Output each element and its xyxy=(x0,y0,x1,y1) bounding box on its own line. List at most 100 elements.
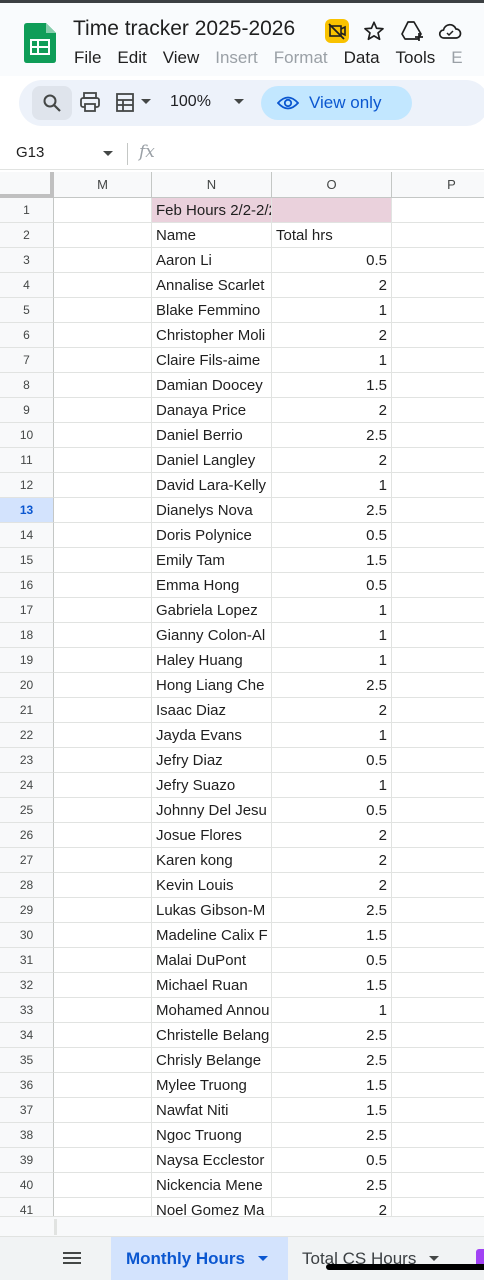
cell-p[interactable] xyxy=(392,1048,484,1073)
name-cell[interactable]: Lukas Gibson-M xyxy=(152,898,272,923)
row-number[interactable]: 6 xyxy=(0,323,54,348)
name-cell[interactable]: Naysa Ecclestor xyxy=(152,1148,272,1173)
hours-cell[interactable]: 1.5 xyxy=(272,973,392,998)
cell-m[interactable] xyxy=(54,1198,152,1216)
hours-cell[interactable]: 2.5 xyxy=(272,673,392,698)
cell-m[interactable] xyxy=(54,198,152,223)
row-number[interactable]: 27 xyxy=(0,848,54,873)
row-number[interactable]: 9 xyxy=(0,398,54,423)
cell-p[interactable] xyxy=(392,998,484,1023)
name-cell[interactable]: Malai DuPont xyxy=(152,948,272,973)
name-cell[interactable]: Haley Huang xyxy=(152,648,272,673)
row-number[interactable]: 3 xyxy=(0,248,54,273)
no-video-badge-icon[interactable] xyxy=(325,19,349,43)
row-number[interactable]: 36 xyxy=(0,1073,54,1098)
cell-m[interactable] xyxy=(54,473,152,498)
name-cell[interactable]: Jayda Evans xyxy=(152,723,272,748)
row-number[interactable]: 32 xyxy=(0,973,54,998)
name-cell[interactable]: Emily Tam xyxy=(152,548,272,573)
name-cell[interactable]: Aaron Li xyxy=(152,248,272,273)
row-number[interactable]: 16 xyxy=(0,573,54,598)
name-cell[interactable]: Isaac Diaz xyxy=(152,698,272,723)
row-number[interactable]: 24 xyxy=(0,773,54,798)
cell-p[interactable] xyxy=(392,698,484,723)
zoom-select[interactable]: 100% xyxy=(170,93,245,111)
name-cell[interactable]: Danaya Price xyxy=(152,398,272,423)
name-cell[interactable]: David Lara-Kelly xyxy=(152,473,272,498)
hours-cell[interactable]: 1 xyxy=(272,598,392,623)
hours-cell[interactable]: 2.5 xyxy=(272,1173,392,1198)
search-icon[interactable] xyxy=(32,86,72,120)
row-number[interactable]: 30 xyxy=(0,923,54,948)
row-number[interactable]: 18 xyxy=(0,623,54,648)
name-cell[interactable]: Johnny Del Jesu xyxy=(152,798,272,823)
hours-cell[interactable]: 0.5 xyxy=(272,948,392,973)
hours-cell[interactable] xyxy=(272,198,392,223)
row-number[interactable]: 37 xyxy=(0,1098,54,1123)
select-all-corner[interactable] xyxy=(0,172,54,198)
cell-m[interactable] xyxy=(54,898,152,923)
cell-m[interactable] xyxy=(54,248,152,273)
hours-cell[interactable]: 1 xyxy=(272,723,392,748)
paint-format-button[interactable] xyxy=(115,91,152,113)
cell-p[interactable] xyxy=(392,548,484,573)
row-number[interactable]: 23 xyxy=(0,748,54,773)
row-number[interactable]: 25 xyxy=(0,798,54,823)
cell-p[interactable] xyxy=(392,923,484,948)
column-header-m[interactable]: M xyxy=(54,172,152,198)
cell-m[interactable] xyxy=(54,1073,152,1098)
cell-p[interactable] xyxy=(392,323,484,348)
row-number[interactable]: 40 xyxy=(0,1173,54,1198)
cell-p[interactable] xyxy=(392,1123,484,1148)
hours-cell[interactable]: 2 xyxy=(272,1198,392,1216)
cell-m[interactable] xyxy=(54,323,152,348)
hours-cell[interactable]: 1.5 xyxy=(272,923,392,948)
cell-p[interactable] xyxy=(392,748,484,773)
name-cell[interactable]: Damian Doocey xyxy=(152,373,272,398)
row-number[interactable]: 21 xyxy=(0,698,54,723)
name-cell[interactable]: Gianny Colon-Al xyxy=(152,623,272,648)
cell-p[interactable] xyxy=(392,848,484,873)
cell-p[interactable] xyxy=(392,773,484,798)
chevron-down-icon[interactable] xyxy=(102,150,114,158)
cell-m[interactable] xyxy=(54,548,152,573)
name-cell[interactable]: Mylee Truong xyxy=(152,1073,272,1098)
cell-p[interactable] xyxy=(392,348,484,373)
sheet-heading-cell[interactable]: Feb Hours 2/2-2/26 xyxy=(152,198,272,223)
hours-cell[interactable]: 0.5 xyxy=(272,573,392,598)
cell-p[interactable] xyxy=(392,498,484,523)
row-number[interactable]: 20 xyxy=(0,673,54,698)
row-number[interactable]: 4 xyxy=(0,273,54,298)
hours-cell[interactable]: 0.5 xyxy=(272,798,392,823)
cell-p[interactable] xyxy=(392,723,484,748)
cell-m[interactable] xyxy=(54,1023,152,1048)
hours-cell[interactable]: 0.5 xyxy=(272,523,392,548)
cell-m[interactable] xyxy=(54,398,152,423)
cell-m[interactable] xyxy=(54,773,152,798)
hours-cell[interactable]: 1.5 xyxy=(272,1098,392,1123)
cell-m[interactable] xyxy=(54,573,152,598)
row-number[interactable]: 12 xyxy=(0,473,54,498)
hours-cell[interactable]: 2.5 xyxy=(272,1123,392,1148)
spreadsheet-grid[interactable]: M N O P 1Feb Hours 2/2-2/262NameTotal hr… xyxy=(0,172,484,1216)
hours-cell[interactable]: 0.5 xyxy=(272,1148,392,1173)
row-number[interactable]: 17 xyxy=(0,598,54,623)
hours-cell[interactable]: 2.5 xyxy=(272,1023,392,1048)
name-cell[interactable]: Kevin Louis xyxy=(152,873,272,898)
name-cell[interactable]: Madeline Calix F xyxy=(152,923,272,948)
cell-m[interactable] xyxy=(54,623,152,648)
name-cell[interactable]: Hong Liang Che xyxy=(152,673,272,698)
name-cell[interactable]: Daniel Berrio xyxy=(152,423,272,448)
name-cell[interactable]: Chrisly Belange xyxy=(152,1048,272,1073)
name-cell[interactable]: Jefry Diaz xyxy=(152,748,272,773)
cell-m[interactable] xyxy=(54,1173,152,1198)
menu-edit[interactable]: Edit xyxy=(117,48,146,68)
cell-p[interactable] xyxy=(392,1023,484,1048)
cell-p[interactable] xyxy=(392,673,484,698)
hours-cell[interactable]: 1 xyxy=(272,623,392,648)
row-number[interactable]: 22 xyxy=(0,723,54,748)
hours-cell[interactable]: 1 xyxy=(272,648,392,673)
horizontal-scrollbar[interactable] xyxy=(0,1216,484,1236)
add-shortcut-drive-icon[interactable] xyxy=(399,18,425,44)
hours-cell[interactable]: 1.5 xyxy=(272,548,392,573)
